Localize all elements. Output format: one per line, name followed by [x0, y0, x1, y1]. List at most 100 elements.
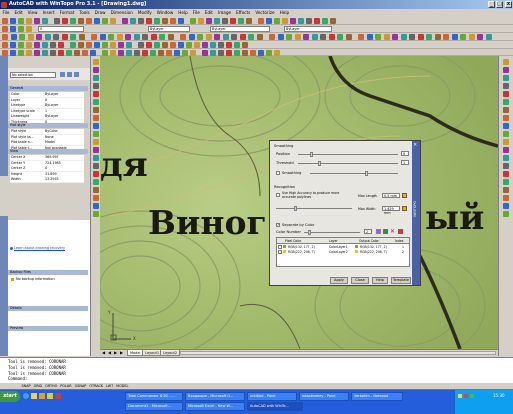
vertical-tool-icon[interactable] [92, 179, 99, 185]
position-slider-knob[interactable] [310, 152, 313, 157]
toolbar-tool-icon[interactable] [282, 18, 288, 24]
dialog-side-bar[interactable]: × WINTOPO [412, 141, 420, 285]
toolbar-tool-icon[interactable] [10, 26, 16, 32]
toolbar-tool-icon[interactable] [468, 34, 475, 40]
quick-select-icon[interactable] [60, 72, 65, 77]
color-number-input[interactable]: 2 [364, 229, 372, 234]
table-row[interactable]: RGB(222, 206, 7) ColorLayer2 RGB(222, 20… [277, 249, 409, 254]
threshold-slider-knob[interactable] [318, 161, 321, 166]
tab-scroll-first-icon[interactable]: ◀ [102, 350, 105, 355]
max-length-input[interactable]: 0.5 mm [382, 193, 400, 198]
toolbar-tool-icon[interactable] [443, 34, 449, 40]
header-pixel-color[interactable]: Pixel Color [285, 239, 301, 243]
toolbar-tool-icon[interactable] [330, 18, 336, 24]
toolbar-tool-icon[interactable] [27, 34, 34, 40]
toolbar-tool-icon[interactable] [256, 34, 263, 40]
quicklaunch-outlook-icon[interactable] [39, 393, 45, 399]
smoothing-checkbox[interactable] [276, 171, 280, 175]
vertical-tool-icon[interactable] [92, 107, 99, 113]
high-accuracy-checkbox[interactable] [276, 193, 280, 197]
toolbar-tool-icon[interactable] [202, 42, 208, 48]
start-button[interactable]: start [0, 391, 20, 402]
toolbar-tool-icon[interactable] [2, 18, 8, 24]
toolbar-tool-icon[interactable] [266, 18, 272, 24]
toolbar-tool-icon[interactable] [10, 42, 16, 48]
header-index[interactable]: Index [395, 239, 404, 243]
menu-window[interactable]: Window [154, 10, 176, 15]
toolbar-tool-icon[interactable] [70, 34, 76, 40]
toolbar-tool-icon[interactable] [102, 18, 108, 24]
toolbar-tool-icon[interactable] [485, 34, 492, 40]
toolbar-tool-icon[interactable] [99, 34, 106, 40]
toolbar-tool-icon[interactable] [154, 42, 160, 48]
vertical-tool-icon[interactable] [503, 131, 509, 137]
tray-icon-app[interactable] [470, 394, 474, 398]
threshold-slider[interactable] [298, 163, 398, 164]
vertical-tool-icon[interactable] [503, 123, 509, 129]
menu-wt-effects[interactable]: Effects [234, 10, 253, 15]
toolbar-tool-icon[interactable] [477, 34, 483, 40]
toolbar-tool-icon[interactable] [122, 18, 128, 24]
toolbar-tool-icon[interactable] [230, 18, 236, 24]
recovery-link[interactable]: Learn about drawing recovery [14, 246, 65, 250]
lineweight-dropdown[interactable]: ByLayer [284, 26, 332, 32]
toolbar-tool-icon[interactable] [125, 34, 131, 40]
toolbar-tool-icon[interactable] [226, 42, 232, 48]
toolbar-tool-icon[interactable] [42, 18, 48, 24]
vertical-tool-icon[interactable] [92, 203, 99, 209]
toolbar-tool-icon[interactable] [231, 34, 237, 40]
toolbar-tool-icon[interactable] [298, 18, 304, 24]
vertical-tool-icon[interactable] [92, 195, 99, 201]
toolbar-tool-icon[interactable] [286, 34, 292, 40]
vertical-tool-icon[interactable] [503, 115, 509, 121]
toolbar-tool-icon[interactable] [130, 18, 136, 24]
toolbar-tool-icon[interactable] [34, 18, 40, 24]
toolbar-tool-icon[interactable] [294, 34, 301, 40]
color-number-slider[interactable] [304, 232, 360, 233]
vertical-tool-icon[interactable] [503, 163, 509, 169]
toolbar-tool-icon[interactable] [197, 34, 203, 40]
max-width-pick-icon[interactable] [402, 206, 407, 211]
toolbar-tool-icon[interactable] [383, 34, 390, 40]
status-polar[interactable]: POLAR [59, 384, 73, 388]
close-button[interactable]: x [505, 1, 512, 8]
task-paint-adaptivekey[interactable]: adaptivekey - Paint [299, 392, 349, 401]
quicklaunch-ie-icon[interactable] [23, 393, 29, 399]
toolbar-tool-icon[interactable] [26, 26, 32, 32]
toolbar-tool-icon[interactable] [70, 18, 76, 24]
smoothing-slider[interactable] [310, 173, 398, 174]
vertical-tool-icon[interactable] [503, 171, 509, 177]
toolbar-tool-icon[interactable] [206, 18, 212, 24]
details-header[interactable]: Details [8, 306, 88, 311]
toolbar-tool-icon[interactable] [126, 42, 132, 48]
task-notepad[interactable]: Verbatim - Notepad [351, 392, 403, 401]
selection-dropdown[interactable]: No selection [10, 72, 56, 78]
menu-view[interactable]: View [25, 10, 40, 15]
tray-icon-network[interactable] [458, 394, 462, 398]
vertical-tool-icon[interactable] [92, 131, 99, 137]
toolbar-tool-icon[interactable] [242, 42, 248, 48]
menu-wt-image[interactable]: Image [215, 10, 233, 15]
toolbar-tool-icon[interactable] [375, 34, 381, 40]
toolbar-tool-icon[interactable] [53, 34, 59, 40]
toolbar-tool-icon[interactable] [303, 34, 309, 40]
template-button[interactable]: Template [391, 277, 411, 284]
menu-wt-edit[interactable]: Edit [202, 10, 215, 15]
task-word[interactable]: Document1 - Microsoft... [125, 402, 183, 411]
toolbar-tool-icon[interactable] [150, 34, 157, 40]
vertical-tool-icon[interactable] [92, 211, 99, 217]
vertical-tool-icon[interactable] [503, 195, 509, 201]
row-check-icon[interactable] [278, 249, 282, 254]
pick-color-icon[interactable] [383, 229, 388, 234]
dialog-close-icon[interactable]: × [413, 142, 417, 148]
row-check-icon[interactable] [278, 244, 282, 249]
command-line[interactable]: Tool is removed: CORONAR Tool is removed… [0, 357, 513, 382]
toolbar-tool-icon[interactable] [188, 34, 195, 40]
toolbar-tool-icon[interactable] [186, 42, 192, 48]
task-excel[interactable]: Microsoft Excel - New W... [185, 402, 245, 411]
apply-button[interactable]: Apply [330, 277, 348, 284]
toolbar-tool-icon[interactable] [345, 34, 352, 40]
toolbar-tool-icon[interactable] [170, 42, 176, 48]
vertical-tool-icon[interactable] [92, 59, 99, 65]
menu-wt-file[interactable]: File [190, 10, 202, 15]
